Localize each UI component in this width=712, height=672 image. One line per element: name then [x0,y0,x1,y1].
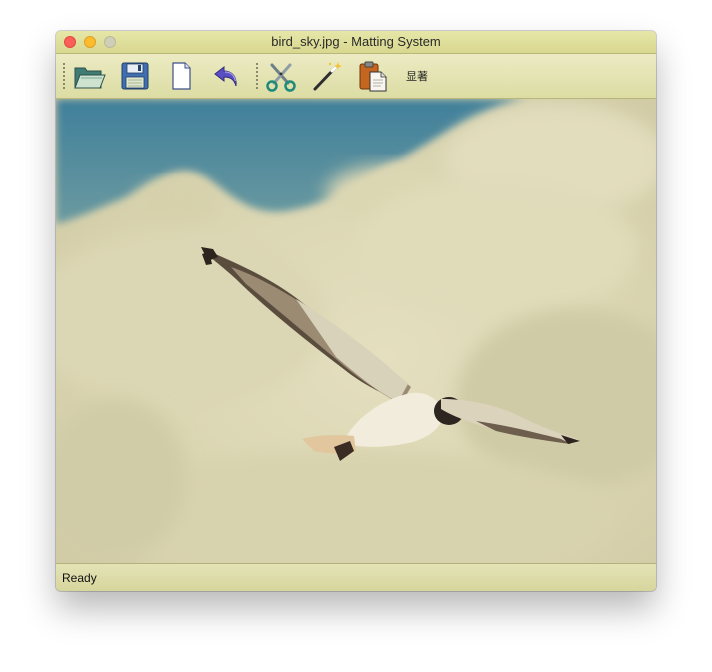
bird-sky-photo [56,99,656,563]
image-canvas[interactable] [56,99,656,563]
status-text: Ready [62,571,97,585]
app-window: bird_sky.jpg - Matting System 显著 Ready [56,31,656,591]
status-bar: Ready [56,563,656,591]
undo-button[interactable] [210,59,244,93]
save-disk-icon [118,59,152,93]
undo-arrow-icon [210,59,244,93]
paste-button[interactable] [356,59,390,93]
open-button[interactable] [72,59,106,93]
title-bar: bird_sky.jpg - Matting System [56,31,656,54]
toolbar-separator [63,63,65,89]
open-folder-icon [72,59,106,93]
new-document-icon [164,59,198,93]
save-button[interactable] [118,59,152,93]
magic-wand-icon [310,59,344,93]
toolbar: 显著 [56,54,656,99]
toolbar-separator [256,63,258,89]
window-title: bird_sky.jpg - Matting System [271,34,441,49]
new-button[interactable] [164,59,198,93]
saliency-button[interactable]: 显著 [406,68,428,84]
cut-button[interactable] [264,59,298,93]
scissors-icon [264,59,298,93]
clipboard-paste-icon [356,59,390,93]
magic-wand-button[interactable] [310,59,344,93]
